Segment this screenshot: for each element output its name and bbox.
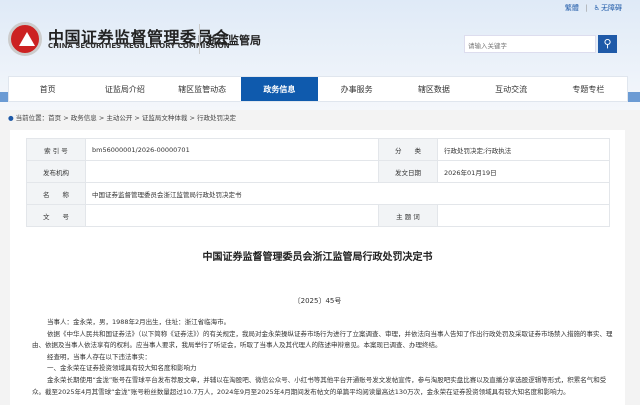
- bureau-name: 浙江监管局: [206, 34, 261, 47]
- keywords-value: [437, 204, 610, 227]
- csrc-logo-icon[interactable]: [8, 22, 42, 56]
- org-name-en: CHINA SECURITIES REGULATORY COMMISSION: [48, 42, 230, 50]
- metadata-table: 索 引 号 bm56000001/2026-00000701 分 类行政处罚决定;行…: [26, 138, 610, 227]
- nav-government-info[interactable]: 政务信息: [240, 77, 318, 101]
- docno-value: [85, 204, 379, 227]
- paragraph: 金永荣长期使用“金泷”账号在雪球平台发布荐股文章，并辅以在淘股吧、微信公众号、小…: [32, 375, 607, 396]
- content-panel: 索 引 号 bm56000001/2026-00000701 分 类行政处罚决定;行…: [10, 130, 625, 405]
- document-number: 〔2025〕45号: [293, 297, 342, 305]
- paragraph: 一、金永荣在证券投资领域具有较大知名度和影响力: [47, 364, 197, 373]
- category-value: 行政处罚决定;行政执法: [437, 138, 610, 161]
- search-button[interactable]: ⚲: [598, 35, 617, 53]
- nav-regulatory-news[interactable]: 辖区监管动态: [164, 77, 241, 101]
- traditional-chinese-link[interactable]: 繁體: [565, 4, 579, 12]
- main-nav: 首页 证监局介绍 辖区监管动态 政务信息 办事服务 辖区数据 互动交流 专题专栏: [8, 76, 628, 102]
- category-label: 分 类: [378, 138, 438, 161]
- accessibility-icon: ♿: [593, 4, 600, 12]
- breadcrumb-text[interactable]: 当前位置：首页 > 政务信息 > 主动公开 > 证监局文种体裁 > 行政处罚决定: [16, 114, 236, 122]
- accessibility-link[interactable]: 无障碍: [601, 4, 622, 12]
- breadcrumb: ● 当前位置：首页 > 政务信息 > 主动公开 > 证监局文种体裁 > 行政处罚决…: [8, 112, 236, 122]
- top-links: 繁體 | ♿无障碍: [564, 4, 622, 12]
- nav-interaction[interactable]: 互动交流: [473, 77, 550, 101]
- publisher-label: 发布机构: [26, 160, 86, 183]
- name-label: 名 称: [26, 182, 86, 205]
- name-value: 中国证券监督管理委员会浙江监管局行政处罚决定书: [85, 182, 610, 205]
- nav-data[interactable]: 辖区数据: [395, 77, 472, 101]
- index-value: bm56000001/2026-00000701: [85, 138, 379, 161]
- search-input[interactable]: 请输入关键字: [464, 35, 596, 53]
- nav-services[interactable]: 办事服务: [318, 77, 395, 101]
- docno-label: 文 号: [26, 204, 86, 227]
- paragraph: 当事人：金永荣，男，1988年2月出生，住址：浙江省临海市。: [47, 318, 231, 326]
- paragraph: 经查明，当事人存在以下违法事实：: [47, 352, 151, 361]
- nav-special-topics[interactable]: 专题专栏: [550, 77, 627, 101]
- document-title: 中国证券监督管理委员会浙江监管局行政处罚决定书: [202, 252, 433, 263]
- paragraph: 依据《中华人民共和国证券法》（以下简称《证券法》）的有关规定，我局对金永荣操纵证…: [32, 329, 613, 350]
- nav-home[interactable]: 首页: [9, 77, 86, 101]
- date-label: 发文日期: [378, 160, 438, 183]
- document-body: 当事人：金永荣，男，1988年2月出生，住址：浙江省临海市。 依据《中华人民共和…: [32, 317, 614, 398]
- publisher-value: [85, 160, 379, 183]
- index-label: 索 引 号: [26, 138, 86, 161]
- date-value: 2026年01月19日: [437, 160, 610, 183]
- divider: [199, 24, 200, 54]
- keywords-label: 主 题 词: [378, 204, 438, 227]
- location-pin-icon: ●: [8, 114, 14, 122]
- nav-about[interactable]: 证监局介绍: [86, 77, 163, 101]
- search-icon: ⚲: [603, 37, 612, 50]
